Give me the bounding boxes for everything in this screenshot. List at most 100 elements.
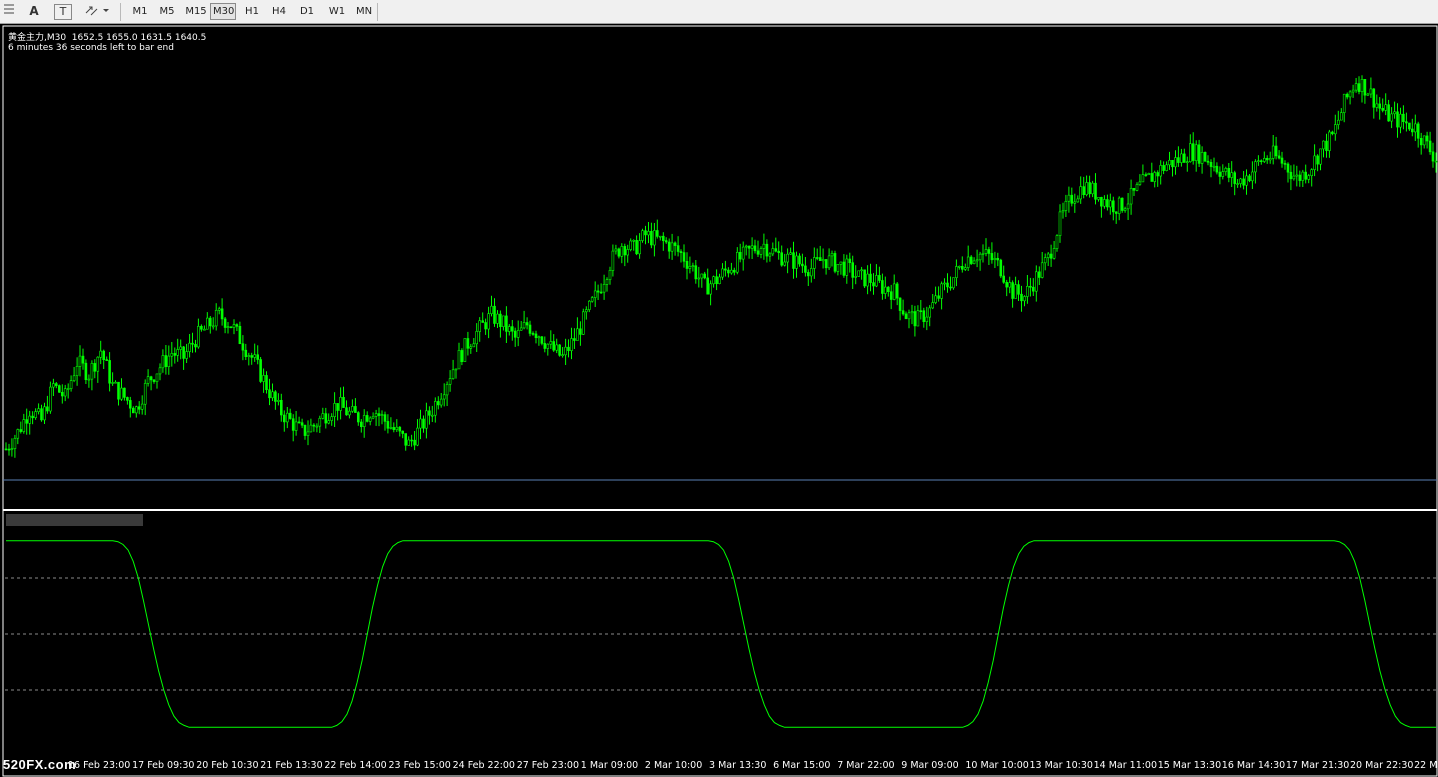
candle-body xyxy=(170,353,174,357)
candle-body xyxy=(135,406,138,414)
candle-body xyxy=(413,439,416,446)
candle-body xyxy=(129,400,132,409)
candle-body xyxy=(348,410,351,416)
candle-body xyxy=(410,439,413,442)
candle-body xyxy=(1144,174,1148,176)
candle-body xyxy=(1360,78,1364,92)
toolbar-separator xyxy=(120,3,121,21)
candle-body xyxy=(1316,155,1319,165)
tf-w1-button[interactable]: W1 xyxy=(325,3,349,20)
candle-body xyxy=(590,297,594,302)
candle-body xyxy=(1126,203,1130,210)
candle-body xyxy=(1141,174,1145,183)
candle-body xyxy=(658,235,662,238)
candle-body xyxy=(1100,197,1103,207)
candle-body xyxy=(780,252,784,266)
candle-body xyxy=(1189,143,1192,162)
candle-body xyxy=(126,397,129,401)
candle-body xyxy=(635,240,638,255)
chart-area[interactable]: 16 Feb 23:00 17 Feb 09:30 20 Feb 10:30 21 F… xyxy=(0,25,1438,777)
candle-body xyxy=(282,414,286,423)
candle-body xyxy=(584,309,588,313)
text-icon[interactable]: A xyxy=(26,2,42,21)
candle-body xyxy=(801,263,804,267)
candle-body xyxy=(576,328,579,341)
candle-body xyxy=(120,387,123,400)
candle-body xyxy=(798,255,801,265)
candle-body xyxy=(377,413,381,416)
candle-body xyxy=(339,396,342,411)
candle-body xyxy=(1414,123,1417,133)
text-label-icon[interactable]: T xyxy=(54,4,72,20)
tf-m5-button[interactable]: M5 xyxy=(156,3,178,20)
candle-body xyxy=(564,346,567,356)
candle-body xyxy=(869,273,872,283)
candle-body xyxy=(1239,178,1242,184)
candle-body xyxy=(1292,175,1296,180)
tf-m15-button[interactable]: M15 xyxy=(182,3,210,20)
candle-body xyxy=(1150,173,1154,182)
candle-body xyxy=(1200,152,1204,164)
candle-body xyxy=(747,245,751,249)
candle-body xyxy=(1372,88,1376,108)
candle-body xyxy=(513,330,517,338)
candle-body xyxy=(818,257,822,262)
candle-body xyxy=(324,413,328,424)
candle-body xyxy=(502,315,505,327)
candle-body xyxy=(650,231,653,246)
candle-body xyxy=(721,268,724,278)
candle-body xyxy=(1298,174,1302,181)
candle-body xyxy=(753,245,757,252)
chart-canvas[interactable]: 16 Feb 23:00 17 Feb 09:30 20 Feb 10:30 21 F… xyxy=(0,25,1438,777)
candle-body xyxy=(756,250,760,255)
candle-body xyxy=(860,269,863,272)
candle-body xyxy=(200,325,203,330)
candle-body xyxy=(623,246,627,256)
candle-body xyxy=(499,313,502,328)
candle-body xyxy=(1277,155,1281,159)
tf-h1-button[interactable]: H1 xyxy=(241,3,263,20)
list-icon[interactable] xyxy=(2,2,16,21)
candle-body xyxy=(117,381,120,400)
candle-body xyxy=(866,273,869,287)
chart-border xyxy=(2,25,1438,777)
candle-body xyxy=(688,266,692,269)
candle-body xyxy=(430,414,434,417)
arrows-icon[interactable] xyxy=(82,2,112,21)
candle-body xyxy=(836,264,840,272)
candle-body xyxy=(211,325,215,328)
candle-body xyxy=(226,326,230,329)
candle-body xyxy=(279,399,283,416)
candle-body xyxy=(99,350,102,358)
candle-body xyxy=(1322,140,1325,150)
candle-body xyxy=(1082,186,1085,196)
candle-body xyxy=(895,283,899,299)
tf-h4-button[interactable]: H4 xyxy=(268,3,290,20)
candle-body xyxy=(593,290,597,298)
tf-d1-button[interactable]: D1 xyxy=(296,3,318,20)
candle-body xyxy=(1212,165,1216,168)
candle-body xyxy=(303,424,307,436)
candle-body xyxy=(1049,253,1053,259)
candle-body xyxy=(996,258,1000,261)
x-tick-label: 2 Mar 10:00 xyxy=(645,760,702,771)
candle-body xyxy=(1067,194,1071,202)
candle-body xyxy=(265,375,268,390)
candle-body xyxy=(984,249,988,254)
candle-body xyxy=(1399,113,1402,128)
candle-body xyxy=(534,333,538,338)
candle-body xyxy=(1416,123,1420,139)
candle-body xyxy=(839,261,843,265)
candle-body xyxy=(783,261,787,266)
tf-mn-button[interactable]: MN xyxy=(351,3,377,20)
candle-body xyxy=(1002,275,1006,283)
candle-body xyxy=(670,242,674,252)
candle-body xyxy=(626,249,630,256)
candle-body xyxy=(96,356,100,372)
candle-body xyxy=(827,255,831,269)
candle-body xyxy=(1120,197,1124,211)
candle-body xyxy=(706,277,710,295)
candle-body xyxy=(531,333,535,335)
tf-m30-button[interactable]: M30 xyxy=(210,3,236,20)
tf-m1-button[interactable]: M1 xyxy=(129,3,151,20)
